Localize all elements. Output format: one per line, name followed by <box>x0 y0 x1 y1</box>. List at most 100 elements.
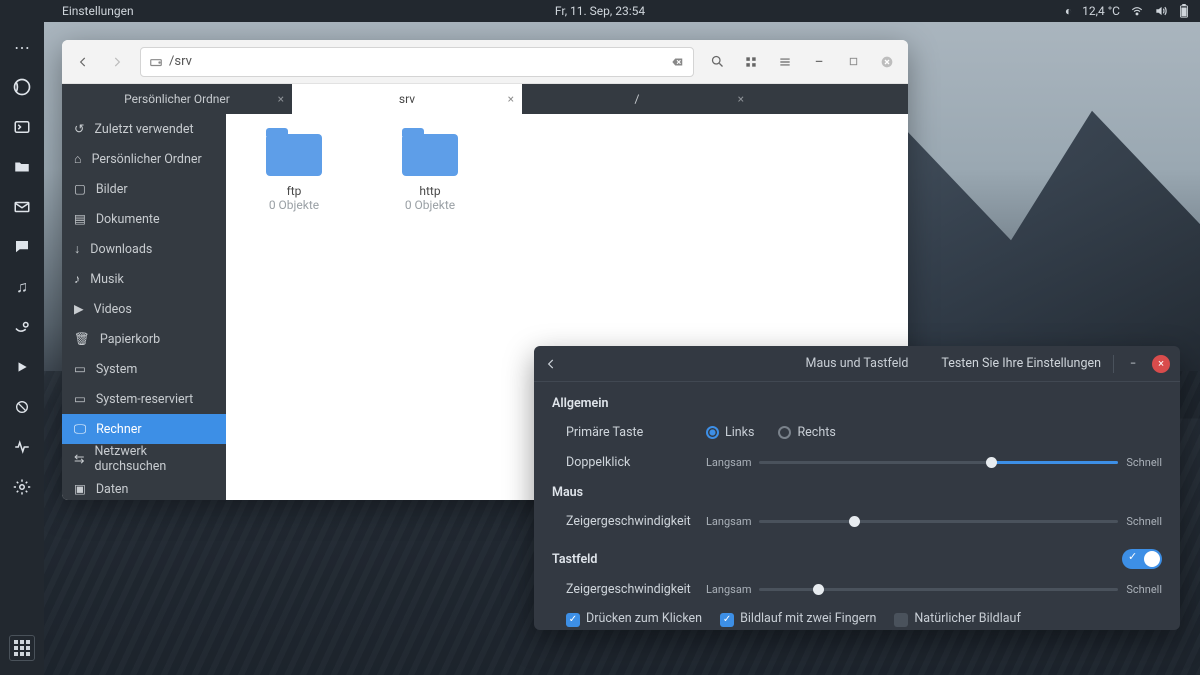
section-general: Allgemein <box>552 396 1162 411</box>
top-bar: Einstellungen Fr, 11. Sep, 23:54 ◐ 12,4 … <box>0 0 1200 22</box>
sidebar-item-downloads[interactable]: ↓ Downloads <box>62 234 226 264</box>
double-click-label: Doppelklick <box>566 455 706 470</box>
double-click-slider[interactable]: Langsam Schnell <box>706 456 1162 469</box>
sidebar-item-label: System-reserviert <box>96 392 193 407</box>
tab-root[interactable]: /× <box>522 84 752 114</box>
close-button[interactable] <box>872 47 902 77</box>
slider-min-label: Langsam <box>706 456 751 469</box>
touchpad-speed-label: Zeigergeschwindigkeit <box>566 582 706 597</box>
mouse-speed-slider[interactable]: Langsam Schnell <box>706 515 1162 528</box>
dock-more-icon[interactable]: ⋯ <box>11 36 33 58</box>
wifi-icon[interactable] <box>1130 4 1144 18</box>
dock-terminal-icon[interactable] <box>11 116 33 138</box>
sidebar-item-music[interactable]: ♪Musik <box>62 264 226 294</box>
sidebar-item-trash[interactable]: 🗑 Papierkorb <box>62 324 226 354</box>
slider-min-label: Langsam <box>706 583 751 596</box>
dock-activity-icon[interactable] <box>11 436 33 458</box>
hamburger-menu-button[interactable] <box>770 47 800 77</box>
slider-max-label: Schnell <box>1126 515 1162 528</box>
volume-icon[interactable] <box>1154 4 1168 18</box>
dock-chat-icon[interactable] <box>11 236 33 258</box>
radio-left-label: Links <box>725 425 754 440</box>
sidebar-item-documents[interactable]: ▤ Dokumente <box>62 204 226 234</box>
touchpad-toggle[interactable] <box>1122 549 1162 569</box>
dock-play-icon[interactable] <box>11 356 33 378</box>
close-button[interactable]: × <box>1152 355 1170 373</box>
sidebar-item-label: Rechner <box>96 422 142 437</box>
sidebar-item-label: Downloads <box>90 242 152 257</box>
sidebar-item-label: Bilder <box>96 182 128 197</box>
sidebar-item-system[interactable]: ▭System <box>62 354 226 384</box>
test-settings-button[interactable]: Testen Sie Ihre Einstellungen <box>941 356 1101 371</box>
tab-srv[interactable]: srv× <box>292 84 522 114</box>
night-light-icon[interactable]: ◐ <box>1065 4 1072 18</box>
sidebar-item-label: Dokumente <box>96 212 160 227</box>
computer-icon: 🖵 <box>74 422 86 437</box>
left-dock: ⋯ ♫ <box>0 22 44 675</box>
grid-view-button[interactable] <box>736 47 766 77</box>
close-icon[interactable]: × <box>738 92 744 106</box>
slider-max-label: Schnell <box>1126 456 1162 469</box>
videos-icon: ▶ <box>74 301 84 317</box>
sidebar-item-computer[interactable]: 🖵 Rechner <box>62 414 226 444</box>
home-icon: ⌂ <box>74 152 82 167</box>
close-icon[interactable]: × <box>278 92 284 106</box>
file-manager-toolbar: /srv − <box>62 40 908 84</box>
documents-icon: ▤ <box>74 211 86 227</box>
minimize-button[interactable]: − <box>1124 355 1142 373</box>
active-app-label[interactable]: Einstellungen <box>62 4 134 18</box>
downloads-icon: ↓ <box>74 242 80 257</box>
checkbox-natural-scroll[interactable]: ✓ <box>894 613 908 627</box>
settings-header: Maus und Tastfeld Testen Sie Ihre Einste… <box>534 346 1180 382</box>
folder-ftp[interactable]: ftp 0 Objekte <box>246 134 342 212</box>
dock-block-icon[interactable] <box>11 396 33 418</box>
dock-firefox-icon[interactable] <box>11 76 33 98</box>
sidebar-item-data[interactable]: ▣Daten <box>62 474 226 500</box>
close-icon[interactable]: × <box>508 92 514 106</box>
sidebar-item-home[interactable]: ⌂ Persönlicher Ordner <box>62 144 226 174</box>
maximize-button[interactable] <box>838 47 868 77</box>
minimize-button[interactable]: − <box>804 47 834 77</box>
file-manager-sidebar: ↺Zuletzt verwendet ⌂Persönlicher Ordner … <box>62 114 226 500</box>
sidebar-item-label: Daten <box>96 482 129 497</box>
dock-music-icon[interactable]: ♫ <box>11 276 33 298</box>
sidebar-item-pictures[interactable]: ▢Bilder <box>62 174 226 204</box>
back-button[interactable] <box>544 357 558 371</box>
radio-left[interactable] <box>706 426 719 439</box>
dock-mail-icon[interactable] <box>11 196 33 218</box>
tab-label: / <box>635 92 640 106</box>
path-bar[interactable]: /srv <box>140 47 694 77</box>
checkbox-two-finger-scroll[interactable]: ✓ <box>720 613 734 627</box>
primary-button-label: Primäre Taste <box>566 425 706 440</box>
tab-home[interactable]: Persönlicher Ordner× <box>62 84 292 114</box>
sidebar-item-label: Videos <box>94 302 132 317</box>
radio-right[interactable] <box>778 426 791 439</box>
clear-path-icon[interactable] <box>669 55 685 69</box>
sidebar-item-label: Persönlicher Ordner <box>92 152 202 167</box>
folder-http[interactable]: http 0 Objekte <box>382 134 478 212</box>
slider-min-label: Langsam <box>706 515 751 528</box>
touchpad-speed-slider[interactable]: Langsam Schnell <box>706 583 1162 596</box>
sidebar-item-recent[interactable]: ↺Zuletzt verwendet <box>62 114 226 144</box>
sidebar-item-system-reserved[interactable]: ▭System-reserviert <box>62 384 226 414</box>
battery-icon[interactable] <box>1178 4 1190 18</box>
dock-settings-icon[interactable] <box>11 476 33 498</box>
clock[interactable]: Fr, 11. Sep, 23:54 <box>0 4 1200 18</box>
network-icon: ⇆ <box>74 451 84 467</box>
trash-icon: 🗑 <box>74 332 90 347</box>
back-button[interactable] <box>68 47 98 77</box>
search-button[interactable] <box>702 47 732 77</box>
folder-icon <box>402 134 458 176</box>
sidebar-item-label: Papierkorb <box>100 332 160 347</box>
dock-files-icon[interactable] <box>11 156 33 178</box>
sidebar-item-label: Netzwerk durchsuchen <box>94 444 214 474</box>
forward-button[interactable] <box>102 47 132 77</box>
sidebar-item-videos[interactable]: ▶ Videos <box>62 294 226 324</box>
file-manager-tabs: Persönlicher Ordner× srv× /× <box>62 84 908 114</box>
checkbox-tap-to-click[interactable]: ✓ <box>566 613 580 627</box>
dock-steam-icon[interactable] <box>11 316 33 338</box>
temperature-indicator[interactable]: 12,4 °C <box>1082 4 1120 18</box>
checkbox-label: Drücken zum Klicken <box>586 611 702 626</box>
show-applications-button[interactable] <box>9 635 35 661</box>
sidebar-item-network[interactable]: ⇆ Netzwerk durchsuchen <box>62 444 226 474</box>
